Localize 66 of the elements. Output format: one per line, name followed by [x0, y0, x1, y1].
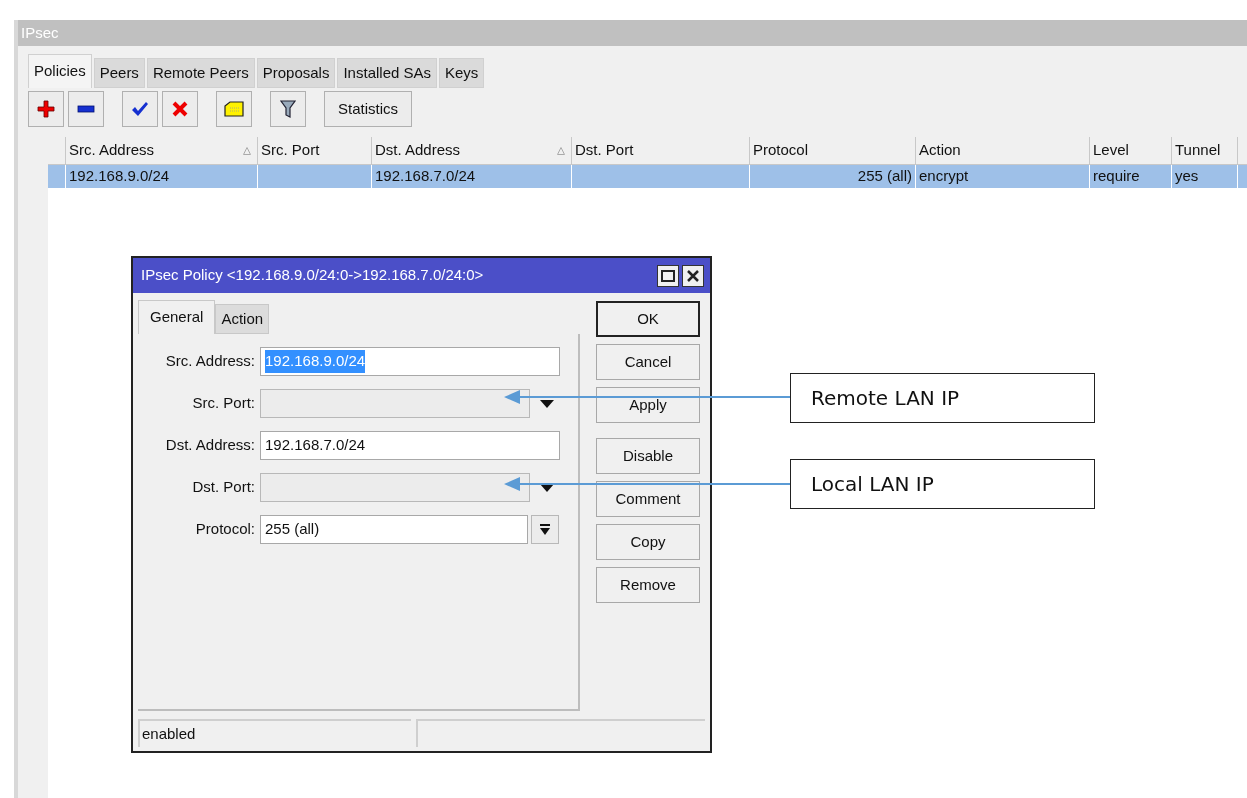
toolbar-button[interactable] [122, 91, 158, 127]
status-field: enabled [138, 719, 411, 747]
column-header[interactable]: Level [1090, 137, 1172, 164]
field-label: Protocol: [194, 519, 256, 540]
dialog-button[interactable]: Cancel [596, 344, 700, 380]
field-value: 192.168.7.0/24 [265, 435, 366, 456]
filter-icon [280, 100, 296, 118]
column-header[interactable]: Action [916, 137, 1090, 164]
dialog-button[interactable]: OK [596, 301, 700, 337]
toolbar-button[interactable] [270, 91, 306, 127]
dialog-button[interactable]: Copy [596, 524, 700, 560]
column-header[interactable]: Dst. Address [372, 137, 572, 164]
callout-box: Remote LAN IP [790, 373, 1095, 423]
dropdown-field[interactable] [260, 389, 530, 418]
column-header[interactable]: Src. Address [66, 137, 258, 164]
tab[interactable]: Remote Peers [146, 58, 255, 88]
input-field[interactable]: 192.168.7.0/24 [260, 431, 560, 460]
field-label: Src. Address: [164, 351, 256, 372]
minus-icon [77, 105, 95, 113]
table-cell-text: 192.168.7.0/24 [375, 166, 476, 187]
statistics-button[interactable]: Statistics [324, 91, 412, 127]
column-header[interactable]: Dst. Port [572, 137, 750, 164]
table-cell-text: encrypt [919, 166, 969, 187]
close-icon [687, 269, 699, 282]
tab[interactable]: Peers [93, 58, 145, 88]
table-cell-text: require [1093, 166, 1140, 187]
dialog-button[interactable]: Disable [596, 438, 700, 474]
field-label: Src. Port: [191, 393, 256, 414]
column-header[interactable]: Src. Port [258, 137, 372, 164]
dropdown-button[interactable] [531, 515, 559, 544]
note-icon [224, 101, 244, 117]
input-field[interactable]: 255 (all) [260, 515, 528, 544]
cross-icon [172, 101, 188, 117]
maximize-icon [661, 269, 675, 282]
dialog-button[interactable]: Apply [596, 387, 700, 423]
check-icon [131, 101, 149, 117]
maximize-button[interactable] [657, 264, 679, 287]
table-cell-text: 192.168.9.0/24 [69, 166, 170, 187]
tab[interactable]: Installed SAs [337, 58, 437, 88]
tab[interactable]: Action [215, 304, 270, 334]
callout-box: Local LAN IP [790, 459, 1095, 509]
tab[interactable]: General [138, 300, 216, 334]
tab[interactable]: Keys [439, 58, 485, 88]
tab[interactable]: Policies [28, 54, 92, 88]
dropdown-arrow-icon[interactable] [540, 483, 554, 492]
window-title: IPsec [18, 20, 1247, 46]
plus-icon [37, 100, 55, 118]
tab[interactable]: Proposals [256, 58, 336, 88]
column-header[interactable]: Protocol [750, 137, 916, 164]
field-value: 192.168.9.0/24 [265, 350, 366, 373]
dropdown-arrow-icon [539, 523, 551, 536]
dropdown-arrow-icon[interactable] [540, 399, 554, 408]
table-cell-text: yes [1175, 166, 1199, 187]
table-cell-text: 255 (all) [857, 166, 912, 187]
close-button[interactable] [682, 264, 704, 287]
toolbar-button[interactable] [216, 91, 252, 127]
field-label: Dst. Address: [164, 435, 256, 456]
table-row[interactable]: 192.168.9.0/24 192.168.7.0/24 255 (all) encrypt require yes [48, 165, 1247, 188]
toolbar-button[interactable] [28, 91, 64, 127]
field-label: Dst. Port: [191, 477, 256, 498]
dialog-button[interactable]: Remove [596, 567, 700, 603]
dialog-title: IPsec Policy <192.168.9.0/24:0->192.168.7.0/24:0> [141, 265, 485, 286]
dropdown-field[interactable] [260, 473, 530, 502]
column-header[interactable]: Tunnel [1172, 137, 1238, 164]
toolbar-button[interactable] [68, 91, 104, 127]
dialog-button[interactable]: Comment [596, 481, 700, 517]
